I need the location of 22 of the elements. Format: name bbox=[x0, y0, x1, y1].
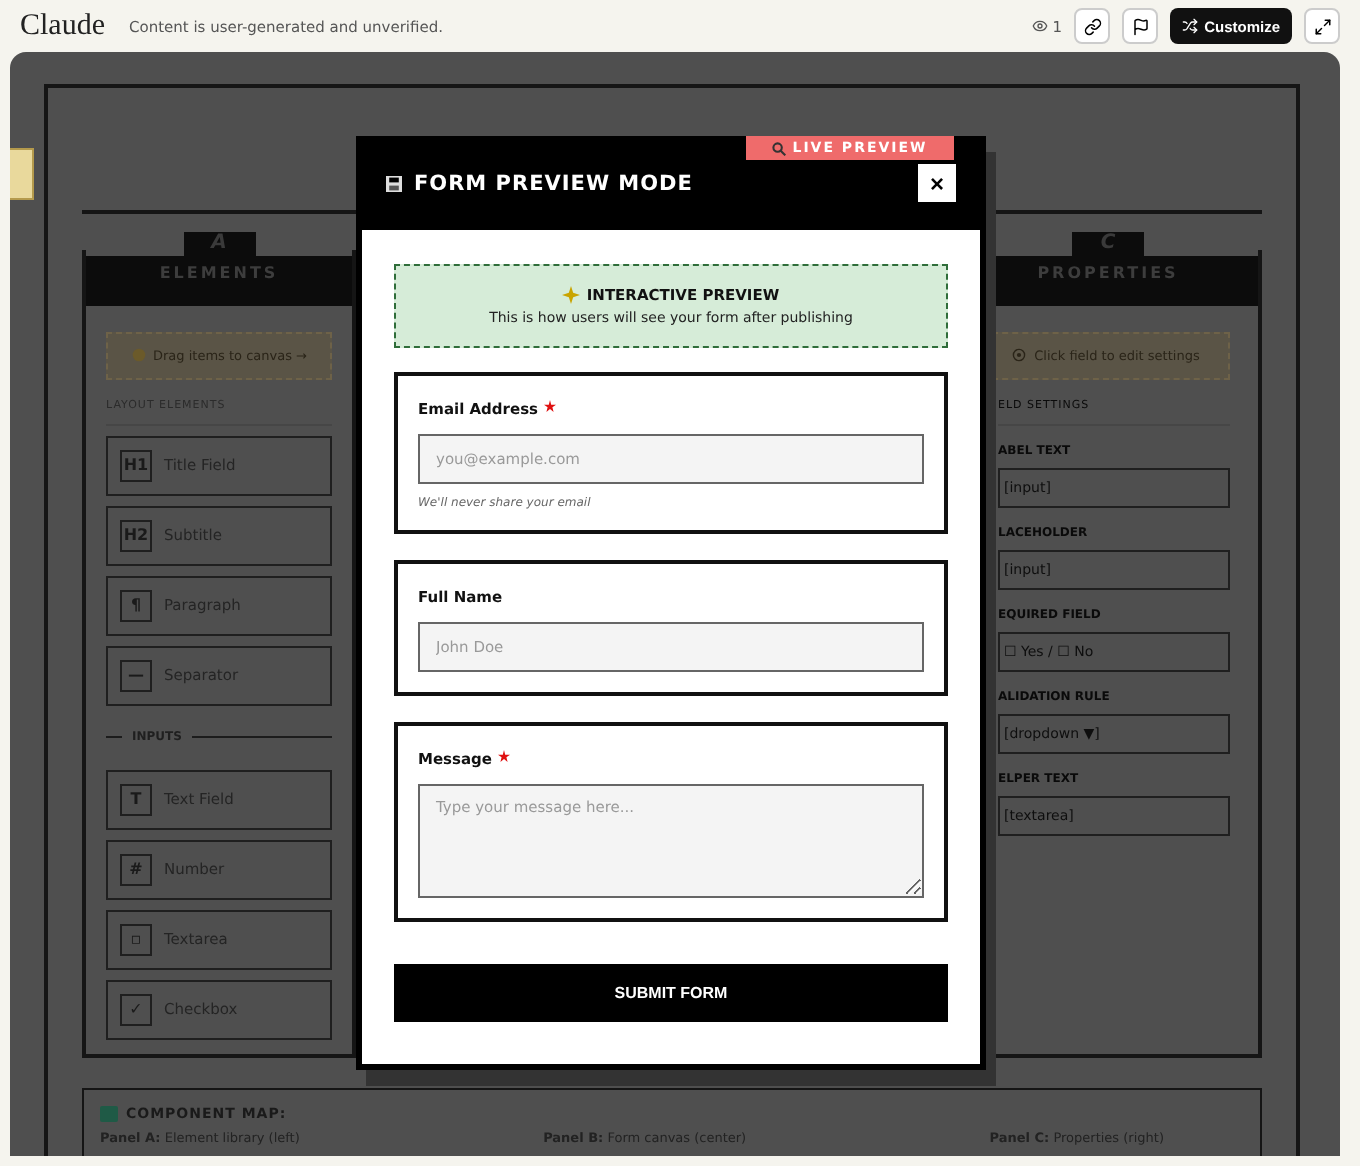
element-icon: ▫ bbox=[120, 923, 152, 956]
close-button[interactable]: × bbox=[918, 164, 956, 202]
sparkle-icon bbox=[562, 286, 581, 304]
sticky-note bbox=[10, 148, 34, 200]
element-icon: ¶ bbox=[120, 589, 152, 622]
link-icon bbox=[1083, 17, 1102, 35]
brand-logo: Claude bbox=[20, 9, 105, 43]
search-icon bbox=[772, 141, 787, 155]
eye-icon bbox=[1032, 18, 1049, 34]
target-icon bbox=[1012, 348, 1027, 363]
link-button[interactable] bbox=[1074, 8, 1111, 44]
floppy-icon bbox=[386, 175, 402, 191]
submit-button[interactable]: SUBMIT FORM bbox=[394, 964, 948, 1022]
expand-icon bbox=[1313, 17, 1331, 35]
shuffle-icon bbox=[1182, 18, 1199, 34]
element-icon: # bbox=[120, 853, 152, 886]
element-icon: — bbox=[120, 659, 152, 692]
flag-button[interactable] bbox=[1122, 8, 1159, 44]
flag-icon bbox=[1131, 17, 1150, 35]
element-icon: ✓ bbox=[120, 993, 152, 1026]
modal-title: FORM PREVIEW MODE bbox=[386, 171, 693, 195]
expand-button[interactable] bbox=[1304, 8, 1340, 44]
